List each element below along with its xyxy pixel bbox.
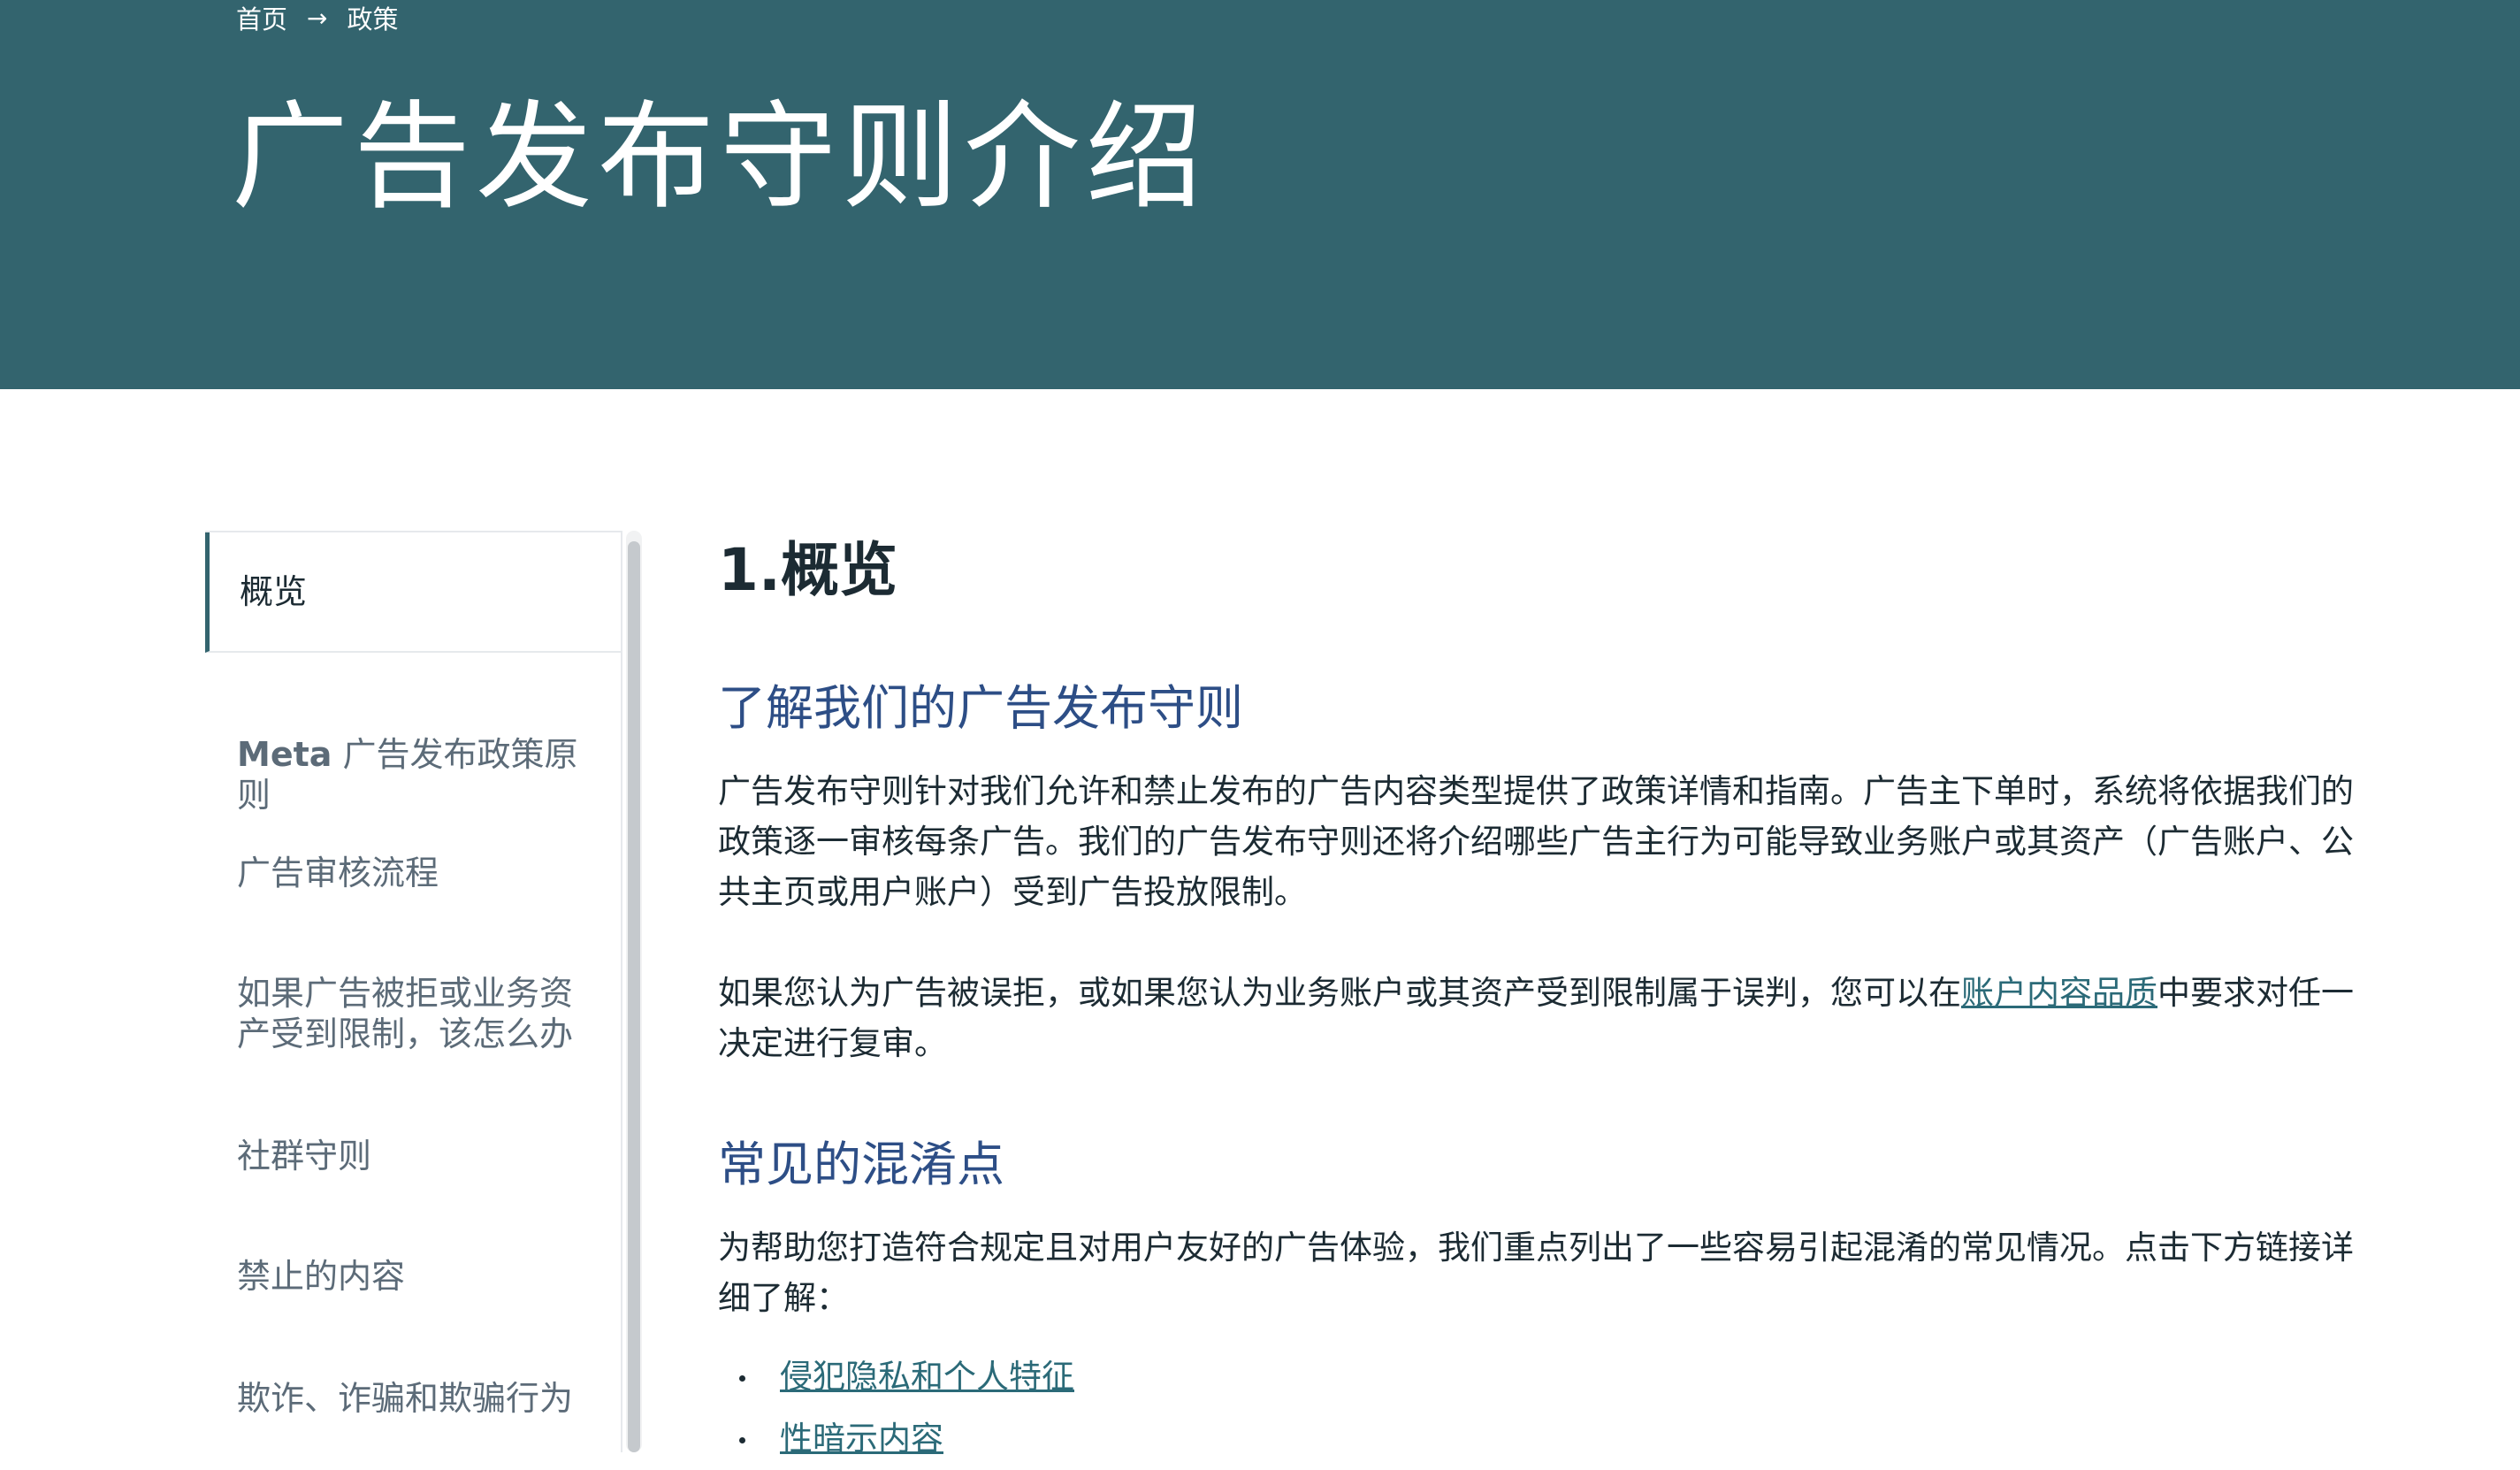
brand-label: Meta	[237, 735, 332, 774]
sidebar-item-label: 禁止的内容	[237, 1257, 406, 1296]
confusion-links-list: 侵犯隐私和个人特征 性暗示内容	[718, 1346, 1074, 1470]
sidebar-item-label: 如果广告被拒或业务资产受到限制，该怎么办	[237, 974, 574, 1053]
list-item: 性暗示内容	[718, 1408, 1074, 1470]
account-quality-link[interactable]: 账户内容品质	[1961, 974, 2157, 1012]
sidebar-item-label: 概览	[240, 572, 308, 611]
section-title: 1.概览	[718, 536, 897, 604]
breadcrumb-policy-link[interactable]: 政策	[347, 0, 398, 36]
sidebar-item-label: 广告审核流程	[237, 854, 439, 892]
sidebar-item-fraud-scams[interactable]: 欺诈、诈骗和欺骗行为	[205, 1378, 621, 1419]
confusion-paragraph: 为帮助您打造符合规定且对用户友好的广告体验，我们重点列出了一些容易引起混淆的常见…	[718, 1229, 2354, 1317]
appeal-paragraph: 如果您认为广告被误拒，或如果您认为业务账户或其资产受到限制属于误判，您可以在账户…	[718, 968, 2371, 1068]
arrow-right-icon: →	[307, 3, 328, 33]
sidebar-item-community-standards[interactable]: 社群守则	[205, 1136, 621, 1176]
sidebar-item-meta-ad-policy-principles[interactable]: Meta 广告发布政策原则	[205, 734, 621, 815]
appeal-text-before: 如果您认为广告被误拒，或如果您认为业务账户或其资产受到限制属于误判，您可以在	[718, 974, 1961, 1012]
breadcrumb-home-link[interactable]: 首页	[236, 0, 287, 36]
sidebar-item-label: 欺诈、诈骗和欺骗行为	[237, 1379, 574, 1418]
list-item: 侵犯隐私和个人特征	[718, 1346, 1074, 1408]
breadcrumb: 首页 → 政策	[236, 0, 399, 35]
sidebar-item-label: 社群守则	[237, 1137, 372, 1175]
intro-paragraph: 广告发布守则针对我们允许和禁止发布的广告内容类型提供了政策详情和指南。广告主下单…	[718, 772, 2354, 911]
sidebar-nav: 概览 Meta 广告发布政策原则 广告审核流程 如果广告被拒或业务资产受到限制，…	[205, 531, 622, 1452]
sidebar-item-ad-review-process[interactable]: 广告审核流程	[205, 853, 621, 893]
sidebar-scrollbar-thumb[interactable]	[628, 541, 640, 1452]
sidebar-item-prohibited-content[interactable]: 禁止的内容	[205, 1256, 621, 1297]
sidebar-item-overview[interactable]: 概览	[205, 532, 621, 653]
privacy-personal-attributes-link[interactable]: 侵犯隐私和个人特征	[780, 1358, 1074, 1396]
intro-heading: 了解我们的广告发布守则	[718, 680, 1243, 736]
page-title: 广告发布守则介绍	[232, 89, 1208, 226]
sidebar-item-rejected-or-restricted[interactable]: 如果广告被拒或业务资产受到限制，该怎么办	[205, 973, 621, 1054]
page-header-banner: 首页 → 政策 广告发布守则介绍	[0, 0, 2520, 389]
confusion-heading: 常见的混淆点	[718, 1137, 1004, 1192]
